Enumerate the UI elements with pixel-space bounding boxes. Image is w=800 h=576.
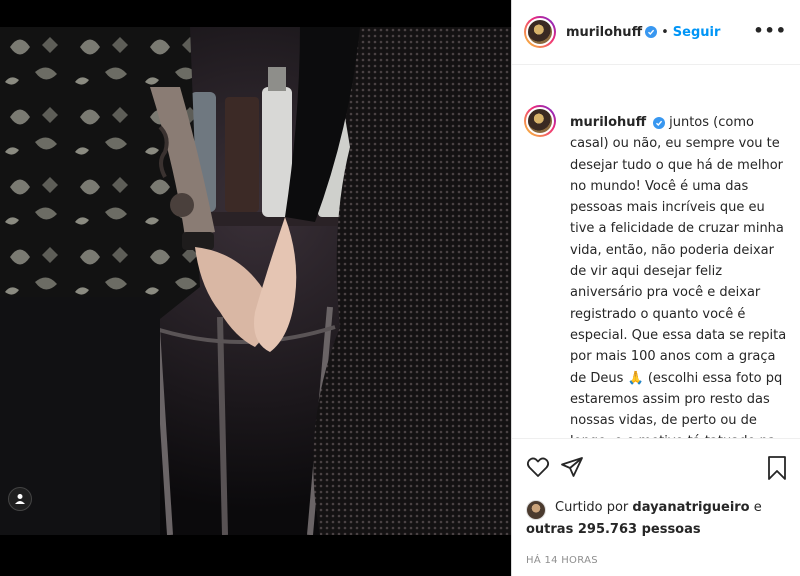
action-bar xyxy=(512,438,800,496)
post-header: murilohuff • Seguir ••• xyxy=(512,0,800,65)
liker-avatar[interactable] xyxy=(526,500,546,520)
caption-text: juntos (como casal) ou não, eu sempre vo… xyxy=(570,115,787,438)
more-options-icon[interactable]: ••• xyxy=(753,23,787,39)
post-timestamp[interactable]: HÁ 14 HORAS xyxy=(526,555,598,566)
bookmark-icon[interactable] xyxy=(766,455,788,485)
send-icon[interactable] xyxy=(560,455,584,483)
follow-button[interactable]: Seguir xyxy=(673,25,721,40)
comments-section: murilohuff juntos (como casal) ou não, eu… xyxy=(512,100,800,438)
liker-username[interactable]: dayanatrigueiro xyxy=(632,500,749,515)
author-username[interactable]: murilohuff xyxy=(566,25,642,40)
separator-dot: • xyxy=(661,24,669,40)
liked-by-line: Curtido por dayanatrigueiro e xyxy=(555,500,762,515)
post-details-panel: murilohuff • Seguir ••• murilohuff juntos… xyxy=(511,0,800,576)
heart-outline-icon[interactable] xyxy=(526,455,550,483)
author-avatar[interactable] xyxy=(524,16,556,48)
verified-badge-icon xyxy=(653,117,666,129)
liked-by-conjunction: e xyxy=(753,500,762,515)
user-tag-icon[interactable] xyxy=(8,487,32,511)
verified-badge-icon xyxy=(645,26,658,38)
likes-count[interactable]: outras 295.763 pessoas xyxy=(526,522,701,537)
likes-summary: Curtido por dayanatrigueiro e outras 295… xyxy=(512,496,800,544)
caption-username[interactable]: murilohuff xyxy=(570,115,646,130)
liked-by-prefix: Curtido por xyxy=(555,500,629,515)
post-caption: murilohuff juntos (como casal) ou não, eu… xyxy=(570,112,792,438)
caption-author-avatar[interactable] xyxy=(524,105,556,137)
media-viewer xyxy=(0,0,511,576)
post-photo[interactable] xyxy=(0,27,511,535)
